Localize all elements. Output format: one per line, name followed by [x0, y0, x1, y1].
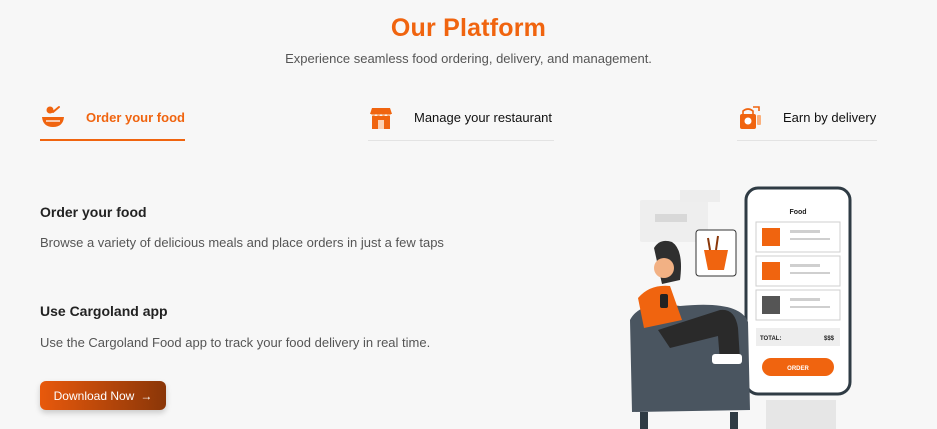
- tab-label: Earn by delivery: [783, 110, 877, 125]
- tab-label: Order your food: [86, 109, 185, 125]
- download-now-button[interactable]: Download Now →: [40, 381, 166, 410]
- platform-illustration: Food TOTAL: $$$ ORDER: [630, 186, 852, 429]
- delivery-bag-icon: [737, 105, 763, 131]
- arrow-right-icon: →: [140, 388, 153, 403]
- section-heading-order: Order your food: [40, 204, 147, 220]
- phone-screen-title: Food: [789, 209, 806, 216]
- phone-total-label: TOTAL:: [760, 336, 781, 342]
- section-text-order: Browse a variety of delicious meals and …: [40, 235, 444, 250]
- phone-order-button: ORDER: [787, 366, 809, 372]
- page-title: Our Platform: [390, 14, 547, 42]
- store-icon: [368, 105, 394, 131]
- tab-earn-by-delivery[interactable]: Earn by delivery: [737, 101, 877, 141]
- phone-total-value: $$$: [824, 336, 835, 342]
- tab-order-your-food[interactable]: Order your food: [40, 101, 185, 141]
- food-bowl-icon: [40, 104, 66, 130]
- tab-label: Manage your restaurant: [414, 110, 553, 125]
- page-subtitle: Experience seamless food ordering, deliv…: [285, 51, 652, 66]
- section-text-app: Use the Cargoland Food app to track your…: [40, 335, 431, 350]
- download-button-label: Download Now: [53, 388, 135, 403]
- section-heading-app: Use Cargoland app: [40, 303, 168, 319]
- tab-manage-your-restaurant[interactable]: Manage your restaurant: [368, 101, 554, 141]
